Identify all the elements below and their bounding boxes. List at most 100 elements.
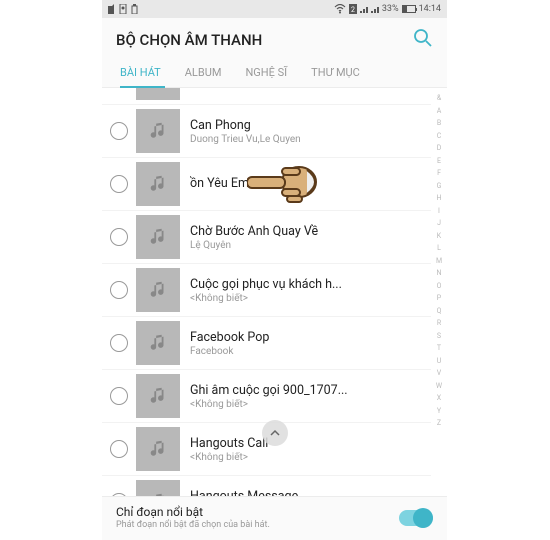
index-letter[interactable]: D	[437, 142, 442, 155]
list-item[interactable]: Cuộc gọi phục vụ khách h... <Không biết>	[102, 264, 431, 317]
radio-unselected[interactable]	[110, 493, 128, 496]
status-left	[108, 4, 139, 14]
song-list-area[interactable]: Can Phong Duong Trieu Vu,Le Quyen ồn Yêu…	[102, 88, 447, 496]
radio-unselected[interactable]	[110, 281, 128, 299]
song-info: ồn Yêu Em	[190, 176, 431, 192]
svg-text:2: 2	[351, 6, 355, 14]
search-icon[interactable]	[413, 28, 433, 52]
index-letter[interactable]: &	[437, 92, 441, 105]
index-letter[interactable]: W	[436, 380, 442, 393]
index-letter[interactable]: G	[437, 180, 442, 193]
index-letter[interactable]: L	[437, 242, 441, 255]
battery-percent: 33%	[382, 4, 399, 14]
footer-subtitle: Phát đoạn nổi bật đã chọn của bài hát.	[116, 520, 399, 530]
song-info: Can Phong Duong Trieu Vu,Le Quyen	[190, 118, 431, 145]
list-item[interactable]: Facebook Pop Facebook	[102, 317, 431, 370]
battery-icon-left	[130, 4, 139, 14]
radio-unselected[interactable]	[110, 175, 128, 193]
song-info: Cuộc gọi phục vụ khách h... <Không biết>	[190, 277, 431, 304]
list-item[interactable]: Hangouts Message <Không biết>	[102, 476, 431, 496]
radio-unselected[interactable]	[110, 228, 128, 246]
song-title: Cuộc gọi phục vụ khách h...	[190, 277, 431, 292]
index-letter[interactable]: X	[437, 392, 441, 405]
index-letter[interactable]: Q	[437, 305, 442, 318]
song-thumbnail	[136, 480, 180, 496]
song-artist: Facebook	[190, 346, 431, 357]
tab-album[interactable]: ALBUM	[173, 58, 234, 87]
list-item[interactable]: Chờ Bước Anh Quay Về Lệ Quyên	[102, 211, 431, 264]
footer-title: Chỉ đoạn nổi bật	[116, 505, 399, 519]
song-artist: Duong Trieu Vu,Le Quyen	[190, 134, 431, 145]
song-thumbnail	[136, 427, 180, 471]
clock: 14:14	[419, 4, 441, 14]
index-letter[interactable]: J	[437, 217, 441, 230]
tab-songs[interactable]: BÀI HÁT	[102, 58, 173, 87]
index-letter[interactable]: C	[437, 130, 442, 143]
song-artist: Lệ Quyên	[190, 240, 431, 251]
song-thumbnail	[136, 88, 180, 100]
song-info: Facebook Pop Facebook	[190, 330, 431, 357]
index-letter[interactable]: N	[437, 267, 442, 280]
song-title: ồn Yêu Em	[190, 176, 431, 191]
radio-unselected[interactable]	[110, 387, 128, 405]
song-thumbnail	[136, 215, 180, 259]
header: BỘ CHỌN ÂM THANH	[102, 18, 447, 58]
wifi-icon	[334, 4, 346, 14]
list-item[interactable]	[102, 88, 431, 105]
index-letter[interactable]: E	[437, 155, 441, 168]
list-item[interactable]: Ghi âm cuộc gọi 900_1707... <Không biết>	[102, 370, 431, 423]
sim-slot-icon: 2	[349, 4, 357, 14]
song-artist: <Không biết>	[190, 452, 431, 463]
song-thumbnail	[136, 321, 180, 365]
signal-icon-1	[360, 5, 368, 13]
index-letter[interactable]: P	[437, 292, 441, 305]
index-letter[interactable]: A	[437, 105, 442, 118]
index-letter[interactable]: T	[437, 342, 441, 355]
chevron-up-icon	[269, 427, 281, 439]
song-thumbnail	[136, 109, 180, 153]
tabs: BÀI HÁT ALBUM NGHỆ SĨ THƯ MỤC	[102, 58, 447, 88]
tab-artist[interactable]: NGHỆ SĨ	[233, 58, 299, 87]
highlights-toggle[interactable]	[399, 510, 433, 526]
song-title: Facebook Pop	[190, 330, 431, 345]
radio-unselected[interactable]	[110, 440, 128, 458]
song-info: Chờ Bước Anh Quay Về Lệ Quyên	[190, 224, 431, 251]
status-right: 2 33% 14:14	[334, 4, 441, 14]
index-letter[interactable]: M	[436, 255, 442, 268]
index-letter[interactable]: F	[437, 167, 441, 180]
song-thumbnail	[136, 162, 180, 206]
index-letter[interactable]: H	[437, 192, 442, 205]
radio-unselected[interactable]	[110, 334, 128, 352]
footer: Chỉ đoạn nổi bật Phát đoạn nổi bật đã ch…	[102, 496, 447, 540]
song-artist: <Không biết>	[190, 293, 431, 304]
song-info: Ghi âm cuộc gọi 900_1707... <Không biết>	[190, 383, 431, 410]
footer-text: Chỉ đoạn nổi bật Phát đoạn nổi bật đã ch…	[116, 505, 399, 530]
radio-unselected[interactable]	[110, 122, 128, 140]
sound-picker-screen: 2 33% 14:14 BỘ CHỌN ÂM THANH BÀI HÁT ALB…	[102, 0, 447, 540]
song-info: Hangouts Message <Không biết>	[190, 489, 431, 497]
index-letter[interactable]: V	[437, 367, 441, 380]
index-letter[interactable]: Z	[437, 417, 441, 430]
index-letter[interactable]: Y	[437, 405, 441, 418]
index-letter[interactable]: K	[437, 230, 441, 243]
index-letter[interactable]: U	[437, 355, 442, 368]
scroll-to-top-button[interactable]	[262, 420, 288, 446]
index-letter[interactable]: R	[437, 317, 441, 330]
index-letter[interactable]: I	[438, 205, 440, 218]
tab-folder[interactable]: THƯ MỤC	[299, 58, 372, 87]
index-letter[interactable]: B	[437, 117, 441, 130]
song-title: Can Phong	[190, 118, 431, 133]
list-item[interactable]: ồn Yêu Em	[102, 158, 431, 211]
song-thumbnail	[136, 268, 180, 312]
song-thumbnail	[136, 374, 180, 418]
alphabet-index[interactable]: &ABCDEFGHIJKLMNOPQRSTUVWXYZ	[431, 92, 447, 430]
battery-icon	[402, 5, 416, 13]
index-letter[interactable]: S	[437, 330, 441, 343]
list-item[interactable]: Can Phong Duong Trieu Vu,Le Quyen	[102, 105, 431, 158]
index-letter[interactable]: O	[437, 280, 442, 293]
page-title: BỘ CHỌN ÂM THANH	[116, 31, 262, 49]
song-title: Ghi âm cuộc gọi 900_1707...	[190, 383, 431, 398]
song-artist: <Không biết>	[190, 399, 431, 410]
song-info: Hangouts Call <Không biết>	[190, 436, 431, 463]
song-title: Hangouts Call	[190, 436, 431, 451]
